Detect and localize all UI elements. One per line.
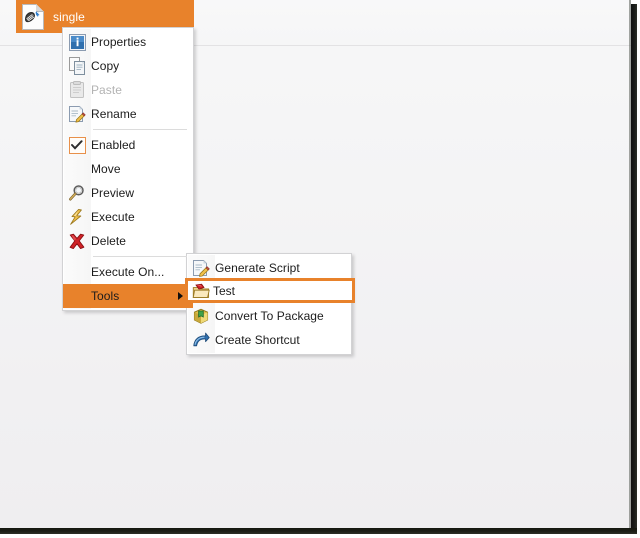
menu-item-paste: Paste [63,78,193,102]
menu-item-label: Delete [91,234,126,248]
submenu-item-convert-to-package[interactable]: Convert To Package [187,304,351,328]
menu-item-copy[interactable]: Copy [63,54,193,78]
checkbox-checked-icon [63,134,91,156]
screenshot-root: single Properties Copy Paste Rename Enab… [0,0,640,538]
menu-item-execute[interactable]: Execute [63,205,193,229]
menu-item-execute-on[interactable]: Execute On... [63,260,193,284]
lightning-icon [63,206,91,228]
no-icon [63,285,91,307]
submenu-item-generate-script[interactable]: Generate Script [187,256,351,280]
document-plus-icon [22,3,44,30]
menu-item-properties[interactable]: Properties [63,30,193,54]
menu-item-label: Properties [91,35,147,49]
submenu-item-label: Convert To Package [215,309,324,323]
menu-separator [93,129,187,130]
magnifier-icon [63,182,91,204]
submenu-item-label: Test [213,283,236,298]
copy-icon [63,55,91,77]
rename-icon [63,103,91,125]
submenu-item-create-shortcut[interactable]: Create Shortcut [187,328,351,352]
chevron-right-icon [178,292,183,300]
menu-item-preview[interactable]: Preview [63,181,193,205]
item-context-menu[interactable]: Properties Copy Paste Rename Enabled Mov… [62,27,194,311]
menu-item-label: Move [91,162,121,176]
window-corner-top-right [631,0,637,4]
package-box-icon [187,305,215,327]
menu-item-label: Preview [91,186,135,200]
submenu-item-label: Generate Script [215,261,300,275]
menu-item-tools[interactable]: Tools [63,284,193,308]
menu-item-rename[interactable]: Rename [63,102,193,126]
paste-icon [63,79,91,101]
menu-item-label: Enabled [91,138,136,152]
menu-item-label: Execute [91,210,135,224]
shortcut-arrow-icon [187,329,215,351]
submenu-item-test[interactable]: Test [185,278,355,303]
window-edge-right [631,0,637,534]
no-icon [63,158,91,180]
menu-item-label: Copy [91,59,120,73]
tree-node-label: single [53,9,85,24]
script-pencil-icon [187,257,215,279]
menu-item-label: Execute On... [91,265,165,279]
menu-item-move[interactable]: Move [63,157,193,181]
menu-item-label: Tools [91,289,120,303]
menu-item-enabled[interactable]: Enabled [63,133,193,157]
menu-separator [93,256,187,257]
no-icon [63,261,91,283]
test-folder-icon [188,281,213,301]
window-edge-bottom [0,528,637,534]
red-x-icon [63,230,91,252]
menu-item-label: Paste [91,83,122,97]
info-icon [63,31,91,53]
submenu-item-label: Create Shortcut [215,333,300,347]
menu-item-delete[interactable]: Delete [63,229,193,253]
menu-item-label: Rename [91,107,137,121]
tools-submenu[interactable]: Generate Script Test Convert To Package [186,253,352,355]
